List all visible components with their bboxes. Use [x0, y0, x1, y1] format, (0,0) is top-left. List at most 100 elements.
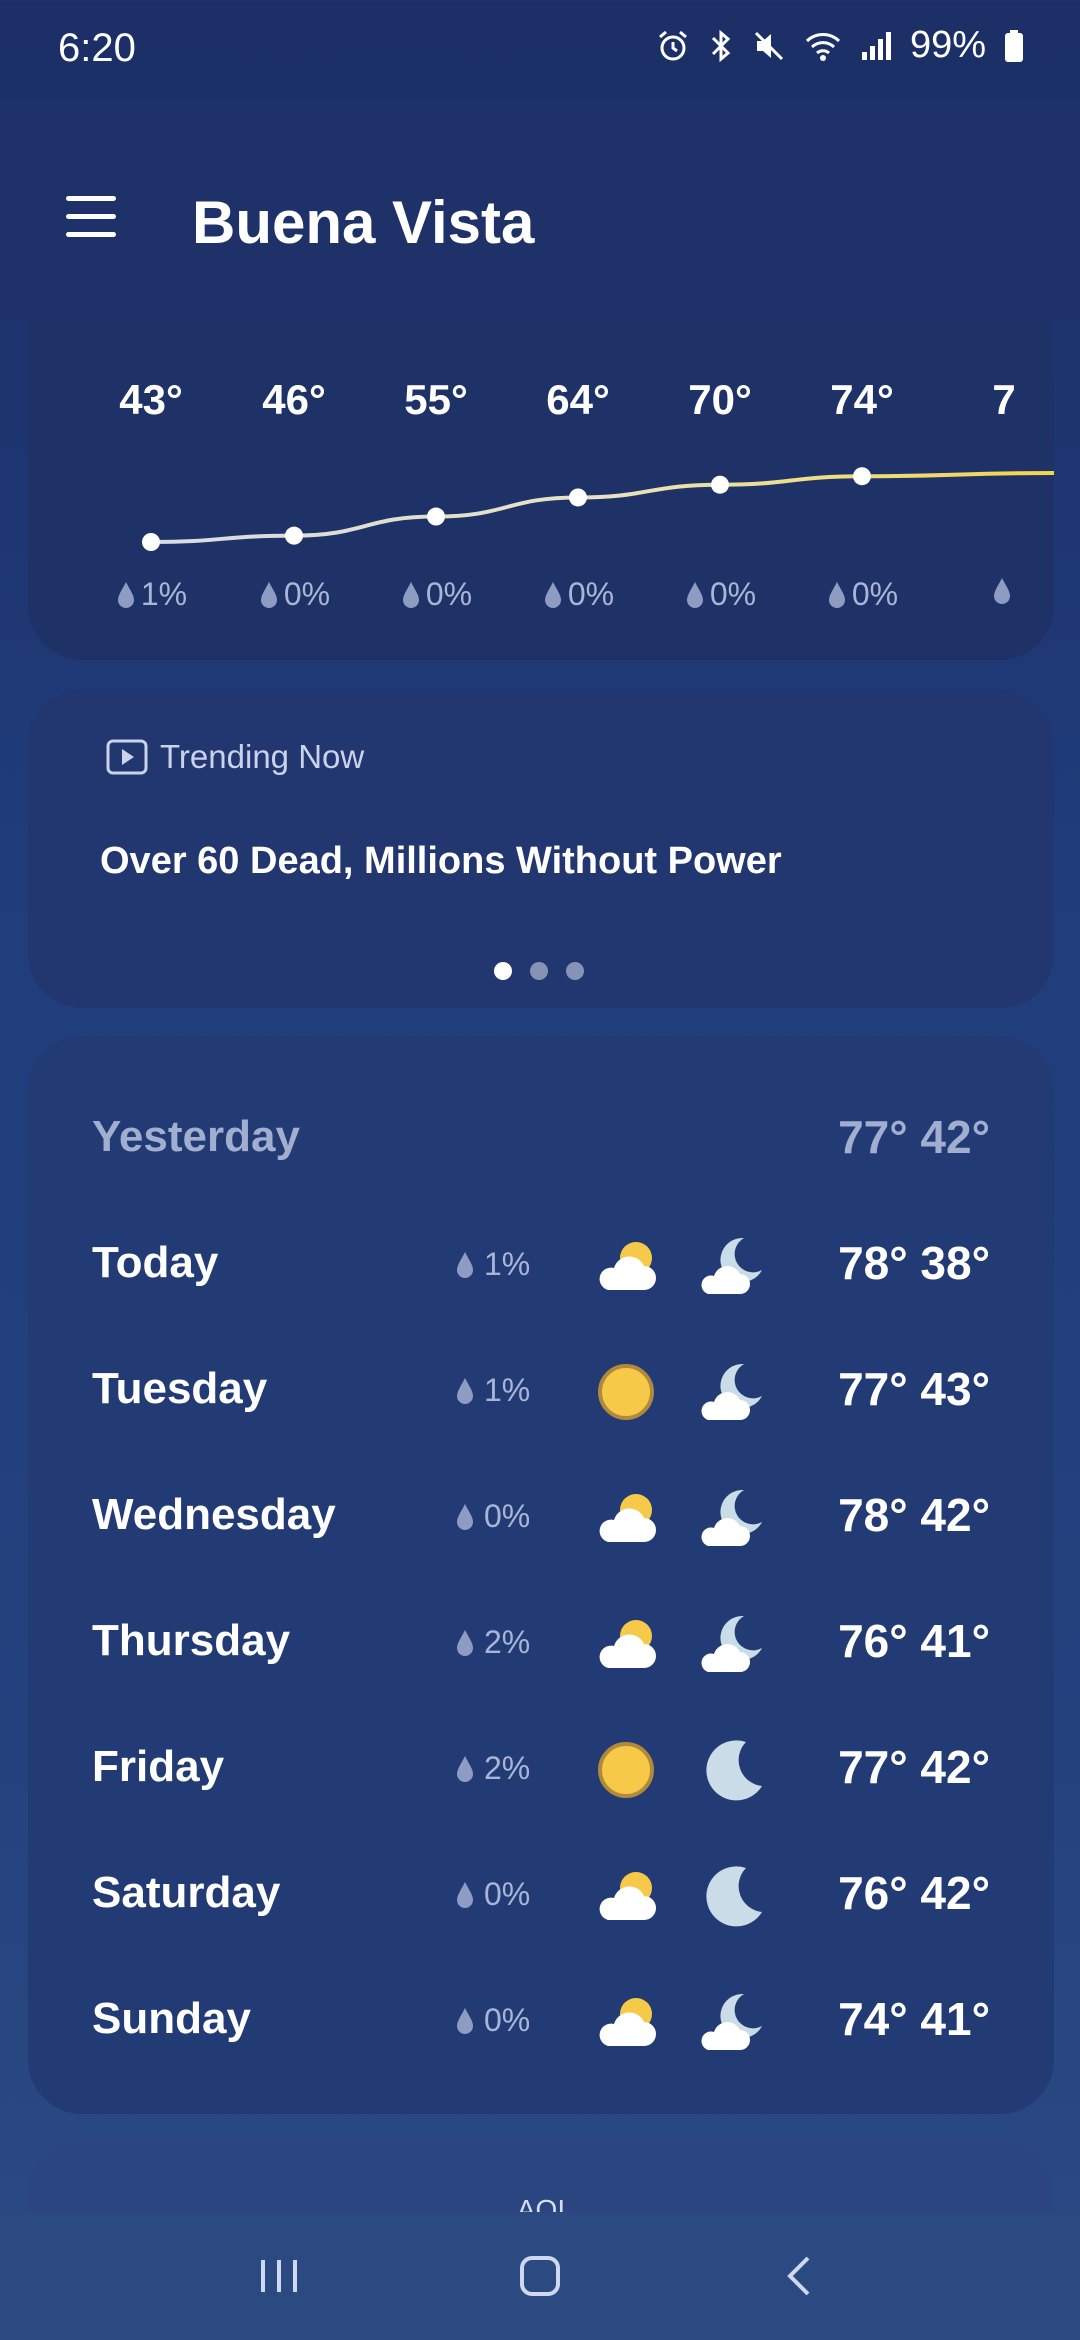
day-precipitation-value: 0%: [484, 1876, 531, 1912]
temperature-point: [853, 467, 871, 486]
day-temps: 77° 42°: [838, 1111, 990, 1163]
temperature-point: [711, 475, 729, 494]
day-temps: 77° 43°: [838, 1363, 990, 1415]
sun-icon: [588, 1354, 664, 1430]
trending-card[interactable]: Trending Now Over 60 Dead, Millions With…: [28, 690, 1054, 1008]
day-name: Today: [92, 1238, 219, 1287]
signal-icon: [861, 31, 891, 60]
city-title: Buena Vista: [192, 189, 535, 256]
back-icon[interactable]: [760, 2236, 840, 2316]
day-name: Yesterday: [92, 1112, 300, 1161]
hour-temp: 74°: [830, 376, 894, 423]
day-precipitation-value: 0%: [484, 1498, 531, 1534]
recent-apps-icon[interactable]: [240, 2236, 320, 2316]
daily-row[interactable]: Friday 2% 77° 42°: [28, 1706, 1054, 1832]
day-name: Tuesday: [92, 1364, 268, 1413]
partly-cloudy-day-icon: [588, 1858, 664, 1934]
hour-precipitation: 1%: [81, 576, 221, 613]
daily-row[interactable]: Today 1% 78° 38°: [28, 1202, 1054, 1328]
temperature-point: [569, 488, 587, 507]
home-icon[interactable]: [500, 2236, 580, 2316]
hour-precipitation-value: 0%: [709, 576, 757, 612]
partly-cloudy-day-icon: [588, 1606, 664, 1682]
hour-precipitation-value: 0%: [283, 576, 331, 612]
hour-precipitation-value: 1%: [140, 576, 188, 612]
alarm-icon: [658, 30, 687, 60]
carousel-page-indicator: [494, 962, 584, 980]
day-precipitation-value: 1%: [484, 1372, 531, 1408]
day-temps: 78° 42°: [838, 1489, 990, 1541]
day-temps: 76° 42°: [838, 1867, 990, 1919]
day-temps: 77° 42°: [838, 1741, 990, 1793]
hour-temp: 43°: [119, 376, 183, 423]
day-name: Sunday: [92, 1994, 251, 2043]
hour-precipitation-value: 0%: [425, 576, 473, 612]
hour-temp: 70°: [688, 376, 752, 423]
hour-temp: 64°: [546, 376, 610, 423]
trending-headline[interactable]: Over 60 Dead, Millions Without Power: [100, 840, 782, 883]
daily-row[interactable]: Sunday 0% 74° 41°: [28, 1958, 1054, 2084]
wifi-icon: [805, 32, 840, 61]
partly-cloudy-night-icon: [696, 1480, 772, 1556]
daily-row[interactable]: Tuesday 1% 77° 43°: [28, 1328, 1054, 1454]
hour-precipitation: 0%: [224, 576, 364, 613]
day-precipitation: 0%: [454, 2002, 530, 2039]
battery-percent: 99%: [909, 24, 986, 66]
battery-icon: [1005, 29, 1023, 62]
day-precipitation: 2%: [454, 1624, 530, 1661]
day-precipitation-value: 0%: [484, 2002, 531, 2038]
trending-label: Trending Now: [106, 738, 364, 776]
day-temps: 74° 41°: [838, 1993, 990, 2045]
partly-cloudy-night-icon: [696, 1984, 772, 2060]
day-name: Saturday: [92, 1868, 281, 1917]
day-name: Wednesday: [92, 1490, 336, 1539]
moon-icon: [696, 1732, 772, 1808]
bluetooth-icon: [711, 29, 731, 62]
day-precipitation: 0%: [454, 1498, 530, 1535]
daily-row[interactable]: Saturday 0% 76° 42°: [28, 1832, 1054, 1958]
page-dot: [566, 962, 584, 980]
daily-row[interactable]: Wednesday 0% 78° 42°: [28, 1454, 1054, 1580]
partly-cloudy-night-icon: [696, 1228, 772, 1304]
sun-icon: [588, 1732, 664, 1808]
status-bar: 6:20 99%: [0, 0, 1080, 100]
hour-temp: 55°: [404, 376, 468, 423]
navigation-bar: [0, 2212, 1080, 2340]
hamburger-menu-icon[interactable]: [66, 196, 122, 252]
page-dot: [530, 962, 548, 980]
daily-forecast-card: Yesterday 77° 42° Today 1% 78° 38° Tuesday 1…: [28, 1036, 1054, 2114]
hour-temp: 46°: [262, 376, 326, 423]
hour-precipitation: 0%: [508, 576, 648, 613]
day-precipitation-value: 2%: [484, 1750, 531, 1786]
mute-icon: [754, 31, 783, 60]
moon-icon: [696, 1858, 772, 1934]
day-temps: 78° 38°: [838, 1237, 990, 1289]
hour-precipitation-value: 0%: [567, 576, 615, 612]
page-dot: [494, 962, 512, 980]
daily-row[interactable]: Thursday 2% 76° 41°: [28, 1580, 1054, 1706]
day-precipitation: 1%: [454, 1372, 530, 1409]
day-precipitation: 0%: [454, 1876, 530, 1913]
hour-precipitation-value: 0%: [851, 576, 899, 612]
partly-cloudy-day-icon: [588, 1228, 664, 1304]
day-precipitation: 2%: [454, 1750, 530, 1787]
temperature-point: [427, 507, 445, 526]
trending-label-text: Trending Now: [160, 738, 365, 775]
day-temps: 76° 41°: [838, 1615, 990, 1667]
video-play-icon: [106, 739, 148, 775]
hour-precipitation: 0%: [792, 576, 932, 613]
hour-precipitation: 0%: [366, 576, 506, 613]
day-precipitation: 1%: [454, 1246, 530, 1283]
temperature-point: [142, 533, 160, 551]
hour-temp: 7: [992, 376, 1016, 423]
day-precipitation-value: 2%: [484, 1624, 531, 1660]
app-header: Buena Vista: [0, 100, 1080, 320]
day-name: Friday: [92, 1742, 225, 1791]
partly-cloudy-day-icon: [588, 1480, 664, 1556]
partly-cloudy-day-icon: [588, 1984, 664, 2060]
hour-precipitation: 0%: [650, 576, 790, 613]
day-precipitation-value: 1%: [484, 1246, 531, 1282]
hour-precipitation: [934, 576, 1054, 606]
partly-cloudy-night-icon: [696, 1606, 772, 1682]
status-time: 6:20: [58, 26, 136, 70]
